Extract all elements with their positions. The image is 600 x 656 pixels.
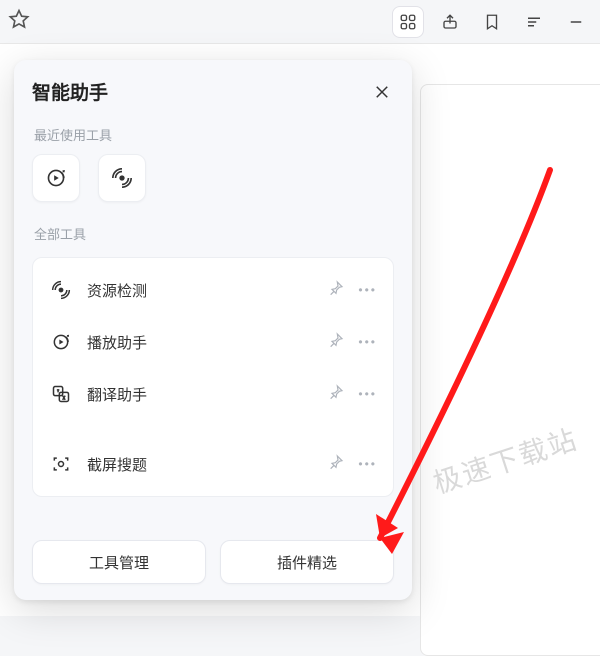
recent-tool-play[interactable] (32, 154, 80, 202)
pin-icon[interactable] (328, 332, 344, 353)
close-icon (373, 83, 391, 101)
translate-icon (49, 384, 73, 404)
tool-name: 翻译助手 (87, 384, 314, 405)
recent-tools (32, 154, 394, 202)
recent-tool-radar[interactable] (98, 154, 146, 202)
star-icon[interactable] (8, 8, 30, 35)
tool-row-resource-detect[interactable]: 资源检测 ••• (39, 264, 387, 316)
tool-row-translate[interactable]: 翻译助手 ••• (39, 368, 387, 420)
tool-name: 截屏搜题 (87, 454, 314, 475)
extensions-grid-button[interactable] (392, 6, 424, 38)
capture-icon (49, 454, 73, 474)
share-icon[interactable] (434, 6, 466, 38)
featured-plugins-button[interactable]: 插件精选 (220, 540, 394, 584)
pin-icon[interactable] (328, 280, 344, 301)
tool-name: 播放助手 (87, 332, 314, 353)
tool-row-screenshot-search[interactable]: 截屏搜题 ••• (39, 438, 387, 490)
tool-name: 资源检测 (87, 280, 314, 301)
recent-label: 最近使用工具 (34, 125, 392, 144)
bookmark-icon[interactable] (476, 6, 508, 38)
pin-icon[interactable] (328, 454, 344, 475)
panel-title: 智能助手 (32, 78, 108, 105)
more-icon[interactable]: ••• (358, 457, 377, 471)
more-icon[interactable]: ••• (358, 335, 377, 349)
tool-row-play-assist[interactable]: 播放助手 ••• (39, 316, 387, 368)
menu-lines-icon[interactable] (518, 6, 550, 38)
manage-label: 工具管理 (89, 552, 149, 573)
manage-tools-button[interactable]: 工具管理 (32, 540, 206, 584)
radar-icon (49, 280, 73, 300)
pin-icon[interactable] (328, 384, 344, 405)
featured-label: 插件精选 (277, 552, 337, 573)
browser-toolbar (0, 0, 600, 44)
close-button[interactable] (370, 80, 394, 104)
more-icon[interactable]: ••• (358, 283, 377, 297)
assistant-panel: 智能助手 最近使用工具 全部工具 资源检测 ••• 播放助手 (14, 60, 412, 600)
window-minimize-button[interactable] (560, 6, 592, 38)
more-icon[interactable]: ••• (358, 387, 377, 401)
all-tools-label: 全部工具 (34, 224, 392, 243)
play-refresh-icon (49, 332, 73, 352)
all-tools-list: 资源检测 ••• 播放助手 ••• 翻译助手 ••• 截屏搜题 (32, 257, 394, 497)
